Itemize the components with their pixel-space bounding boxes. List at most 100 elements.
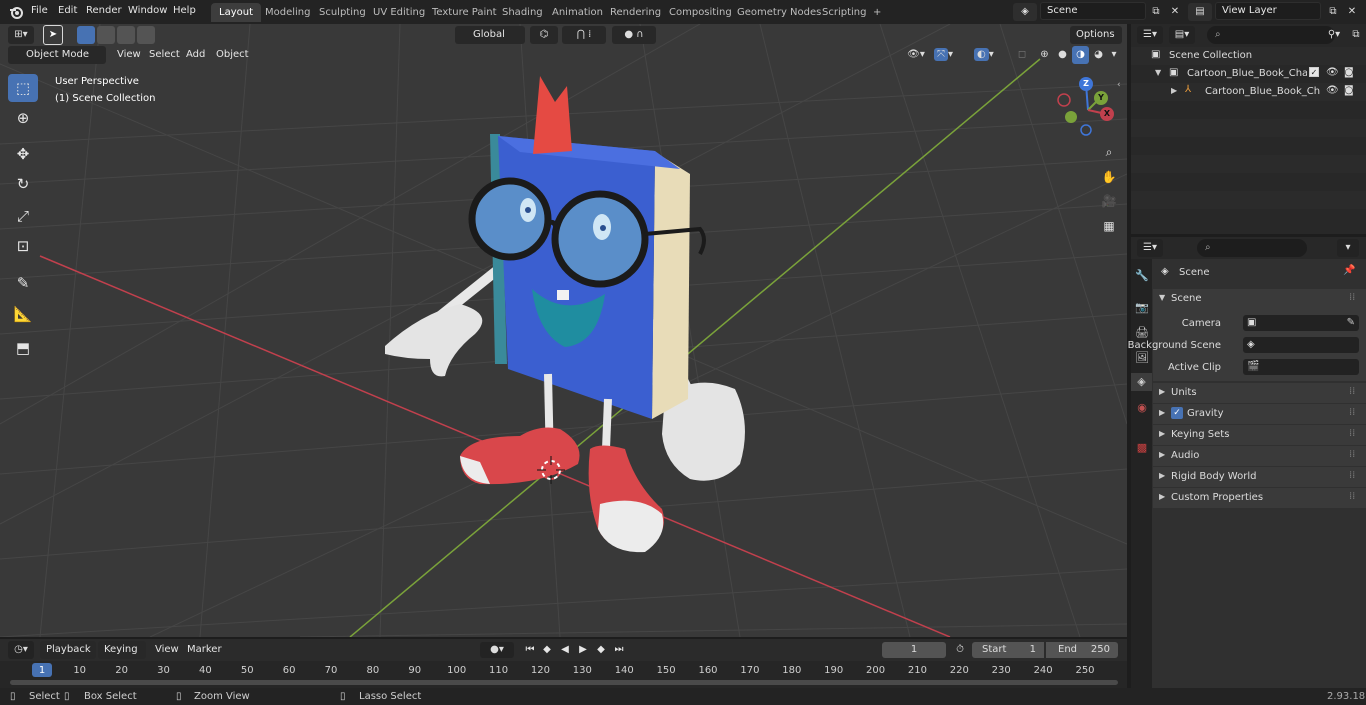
3d-viewport[interactable]: Z Y X ⊞▾ ➤ Global ⌬ ⋂ ⁞ ● ∩ Options Obje… (0, 24, 1127, 637)
blender-logo-icon[interactable] (8, 4, 24, 20)
gizmo-x-axis[interactable]: X (1100, 107, 1114, 121)
custom-properties-panel-header[interactable]: ▶ Custom Properties ⁞⁞ (1153, 488, 1366, 508)
scene-collection-row[interactable]: ▣ Scene Collection (1131, 47, 1366, 65)
annotate-tool-icon[interactable]: ✎ (8, 269, 38, 297)
new-scene-icon[interactable]: ⧉ (1147, 3, 1165, 21)
new-collection-icon[interactable]: ⧉ (1349, 26, 1363, 44)
tab-compositing[interactable]: Compositing (661, 3, 740, 22)
background-scene-field[interactable]: ◈ (1243, 337, 1359, 353)
move-tool-icon[interactable]: ✥ (8, 140, 38, 168)
pan-view-icon[interactable]: ✋ (1098, 166, 1120, 188)
outliner-search-input[interactable]: ⌕ (1207, 26, 1335, 44)
menu-window[interactable]: Window (128, 0, 167, 22)
new-view-layer-icon[interactable]: ⧉ (1324, 3, 1342, 21)
gizmo-z-axis[interactable]: Z (1079, 77, 1093, 91)
visibility-toggle-icon[interactable]: 👁▾ (902, 46, 930, 64)
camera-render-icon[interactable]: ◙ (1344, 67, 1354, 78)
eye-icon[interactable]: 👁 (1326, 85, 1339, 96)
remove-view-layer-icon[interactable]: ✕ (1344, 3, 1360, 21)
tab-texture-paint[interactable]: Texture Paint (424, 3, 505, 22)
viewport-menu-object[interactable]: Object (210, 46, 255, 64)
view-layer-field[interactable]: View Layer (1215, 2, 1321, 20)
select-extend-icon[interactable] (97, 26, 115, 44)
zoom-view-icon[interactable]: ⌕ (1098, 141, 1120, 163)
rigid-body-world-panel-header[interactable]: ▶ Rigid Body World ⁞⁞ (1153, 467, 1366, 487)
add-cube-tool-icon[interactable]: ⬒ (8, 334, 38, 362)
drag-handle-icon[interactable]: ⁞⁞ (1349, 292, 1355, 303)
properties-search-input[interactable]: ⌕ (1197, 239, 1307, 257)
tool-settings-tab-icon[interactable]: 🔧 (1133, 267, 1151, 285)
wireframe-shading-icon[interactable]: ⊕ (1036, 46, 1053, 64)
editor-type-icon[interactable]: ⊞▾ (8, 26, 34, 44)
add-workspace-icon[interactable]: + (865, 3, 889, 22)
keying-sets-panel-header[interactable]: ▶ Keying Sets ⁞⁞ (1153, 425, 1366, 445)
rotate-tool-icon[interactable]: ↻ (8, 170, 38, 198)
sidebar-toggle-icon[interactable]: ‹ (1117, 80, 1127, 94)
measure-tool-icon[interactable]: 📐 (8, 300, 38, 328)
options-dropdown[interactable]: Options (1070, 26, 1122, 44)
gravity-checkbox[interactable]: ✓ (1171, 407, 1183, 419)
camera-view-icon[interactable]: 🎥 (1098, 190, 1120, 212)
collapse-arrow-icon[interactable]: ▼ (1155, 68, 1161, 77)
tab-uv-editing[interactable]: UV Editing (365, 3, 433, 22)
select-box-tool-icon[interactable]: ⬚ (8, 74, 38, 102)
overlays-toggle-icon[interactable]: ◐ ▾ (974, 46, 1006, 64)
tab-layout[interactable]: Layout (211, 3, 261, 22)
active-clip-field[interactable]: 🎬 (1243, 359, 1359, 375)
drag-handle-icon[interactable]: ⁞⁞ (1349, 407, 1355, 418)
outliner-item[interactable]: ▼ ▣ Cartoon_Blue_Book_Characte ✓ 👁 ◙ (1131, 65, 1366, 83)
expand-arrow-icon[interactable]: ▶ (1171, 86, 1177, 95)
camera-field[interactable]: ▣ ✎ (1243, 315, 1359, 331)
proportional-edit-icon[interactable]: ● ∩ (612, 26, 656, 44)
select-new-icon[interactable] (77, 26, 95, 44)
outliner-item[interactable]: ▶ ⅄ Cartoon_Blue_Book_Cha 👁 ◙ (1131, 83, 1366, 101)
scene-tab-icon[interactable]: ◈ (1131, 373, 1152, 391)
active-tool-icon[interactable]: ➤ (43, 25, 63, 45)
view-layer-tab-icon[interactable]: 🖼 (1133, 349, 1151, 367)
eye-icon[interactable]: 👁 (1326, 67, 1339, 78)
menu-file[interactable]: File (31, 0, 48, 22)
shading-options-icon[interactable]: ▾ (1108, 46, 1120, 64)
world-tab-icon[interactable]: ◉ (1133, 399, 1151, 417)
camera-render-icon[interactable]: ◙ (1344, 85, 1354, 96)
texture-tab-icon[interactable]: ▩ (1133, 439, 1151, 457)
properties-editor-type-icon[interactable]: ☰▾ (1137, 239, 1163, 257)
tab-rendering[interactable]: Rendering (602, 3, 669, 22)
scene-panel-header[interactable]: ▼ Scene ⁞⁞ (1153, 289, 1366, 309)
exclude-checkbox[interactable]: ✓ (1309, 67, 1319, 77)
gizmo-y-axis[interactable]: Y (1094, 91, 1108, 105)
viewport-menu-view[interactable]: View (111, 46, 147, 64)
drag-handle-icon[interactable]: ⁞⁞ (1349, 491, 1355, 502)
tab-animation[interactable]: Animation (544, 3, 611, 22)
scene-name-field[interactable]: Scene (1040, 2, 1146, 20)
transform-tool-icon[interactable]: ⊡ (8, 232, 38, 260)
rendered-shading-icon[interactable]: ◕ (1090, 46, 1107, 64)
solid-shading-icon[interactable]: ● (1054, 46, 1071, 64)
filter-icon[interactable]: ⚲▾ (1321, 26, 1347, 44)
menu-render[interactable]: Render (86, 0, 122, 22)
snap-magnet-icon[interactable]: ⋂ ⁞ (562, 26, 606, 44)
gravity-panel-header[interactable]: ▶ ✓ Gravity ⁞⁞ (1153, 404, 1366, 424)
object-mode-dropdown[interactable]: Object Mode (8, 46, 106, 64)
drag-handle-icon[interactable]: ⁞⁞ (1349, 386, 1355, 397)
viewport-menu-add[interactable]: Add (180, 46, 211, 64)
tab-modeling[interactable]: Modeling (257, 3, 319, 22)
outliner-editor-type-icon[interactable]: ☰▾ (1137, 26, 1163, 44)
units-panel-header[interactable]: ▶ Units ⁞⁞ (1153, 383, 1366, 403)
pivot-point-icon[interactable]: ⌬ (530, 26, 558, 44)
xray-toggle-icon[interactable]: ◻ (1014, 46, 1030, 64)
display-mode-icon[interactable]: ▤▾ (1169, 26, 1195, 44)
gizmo-toggle-icon[interactable]: ⤧ ▾ (934, 46, 966, 64)
select-intersect-icon[interactable] (137, 26, 155, 44)
audio-panel-header[interactable]: ▶ Audio ⁞⁞ (1153, 446, 1366, 466)
eyedropper-icon[interactable]: ✎ (1347, 315, 1355, 331)
scene-selector-icon[interactable]: ◈ (1013, 3, 1037, 21)
remove-scene-icon[interactable]: ✕ (1167, 3, 1183, 21)
select-subtract-icon[interactable] (117, 26, 135, 44)
properties-options-icon[interactable]: ▾ (1337, 239, 1359, 257)
drag-handle-icon[interactable]: ⁞⁞ (1349, 449, 1355, 460)
ortho-toggle-icon[interactable]: ▦ (1098, 215, 1120, 237)
render-tab-icon[interactable]: 📷 (1133, 299, 1151, 317)
timeline-scrollbar[interactable] (10, 680, 1118, 685)
material-shading-icon[interactable]: ◑ (1072, 46, 1089, 64)
